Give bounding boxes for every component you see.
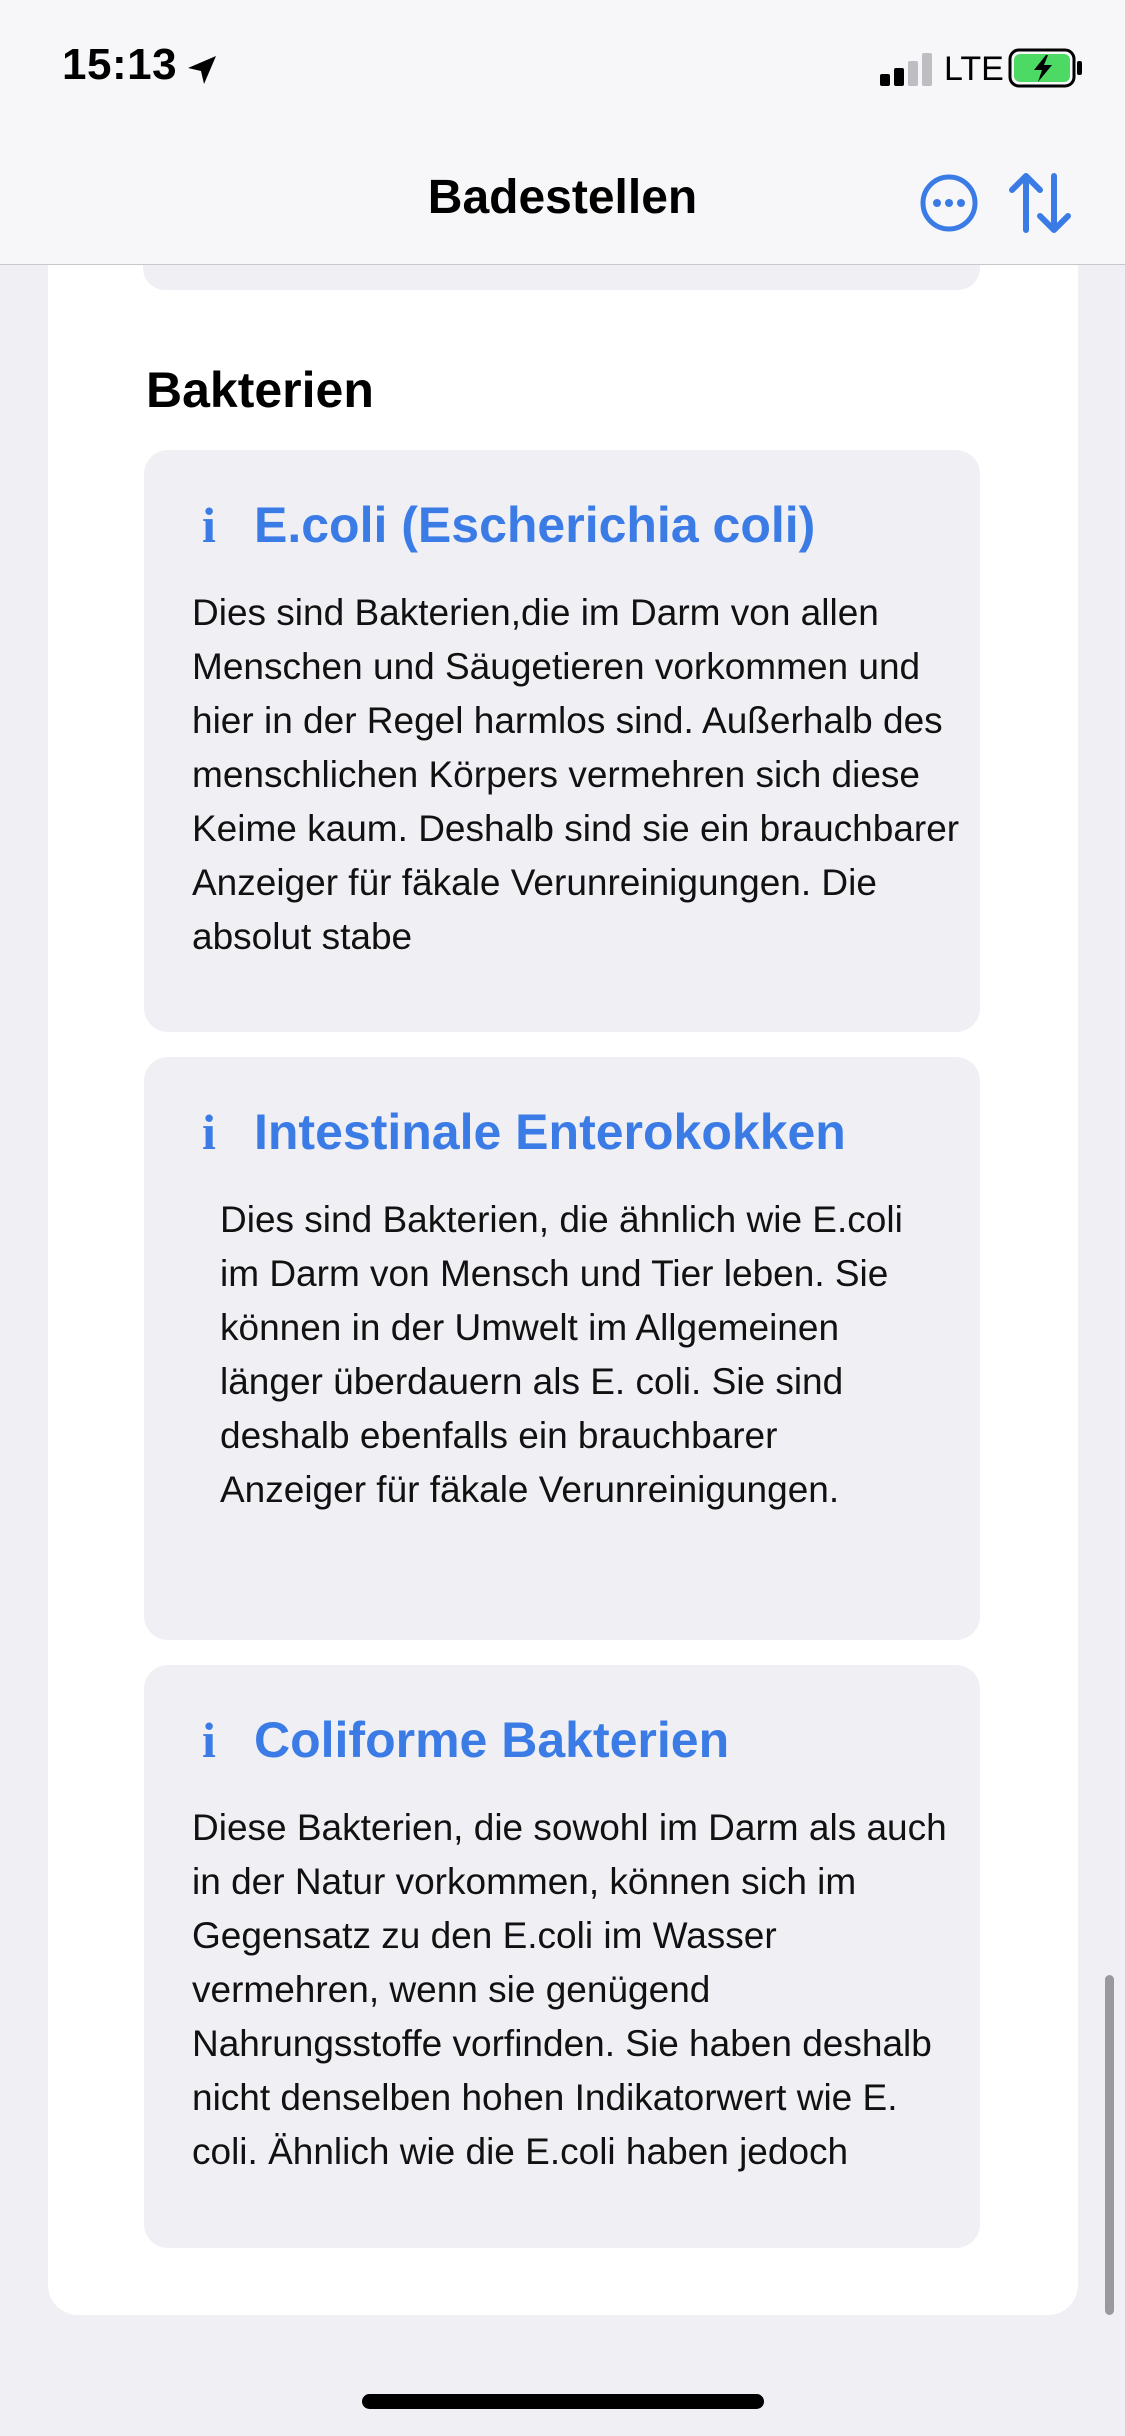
scrollbar[interactable] — [1105, 1975, 1114, 2315]
info-card-text: Dies sind Bakterien, die ähnlich wie E.c… — [220, 1199, 903, 1510]
ellipsis-circle-icon — [920, 174, 978, 232]
info-card-title: Coliforme Bakterien — [254, 1712, 730, 1768]
sort-button[interactable] — [1006, 170, 1074, 236]
cellular-signal-icon — [880, 52, 934, 86]
info-card-ecoli[interactable]: i E.coli (Escherichia coli) Dies sind Ba… — [144, 450, 980, 1032]
info-card-text: Diese Bakterien, die sowohl im Darm als … — [192, 1807, 947, 2172]
content-panel: Bakterien i E.coli (Escherichia coli) Di… — [48, 265, 1078, 2315]
battery-charging-icon — [1008, 48, 1082, 88]
info-icon: i — [202, 497, 216, 553]
previous-info-card — [143, 265, 980, 290]
status-bar: 15:13 LTE — [0, 0, 1125, 140]
info-card-title: E.coli (Escherichia coli) — [254, 497, 816, 553]
navigation-bar: Badestellen — [0, 140, 1125, 265]
network-type: LTE — [944, 50, 1004, 88]
section-title: Bakterien — [146, 362, 374, 418]
info-card-text: Dies sind Bakterien,die im Darm von alle… — [192, 592, 960, 957]
info-card-coliforme[interactable]: i Coliforme Bakterien Diese Bakterien, d… — [144, 1665, 980, 2248]
status-time: 15:13 — [62, 40, 178, 89]
info-card-header: i Intestinale Enterokokken — [194, 1103, 846, 1161]
location-arrow-icon — [188, 56, 216, 84]
sort-arrows-icon — [1009, 173, 1071, 233]
info-card-header: i E.coli (Escherichia coli) — [194, 496, 815, 554]
screen: 15:13 LTE Badestellen Bakterien i E.coli… — [0, 0, 1125, 2436]
info-icon: i — [202, 1712, 216, 1768]
info-card-enterokokken[interactable]: i Intestinale Enterokokken Dies sind Bak… — [144, 1057, 980, 1640]
home-indicator[interactable] — [362, 2394, 764, 2409]
more-options-button[interactable] — [918, 172, 980, 234]
info-card-header: i Coliforme Bakterien — [194, 1711, 729, 1769]
info-icon: i — [202, 1104, 216, 1160]
info-card-title: Intestinale Enterokokken — [254, 1104, 846, 1160]
